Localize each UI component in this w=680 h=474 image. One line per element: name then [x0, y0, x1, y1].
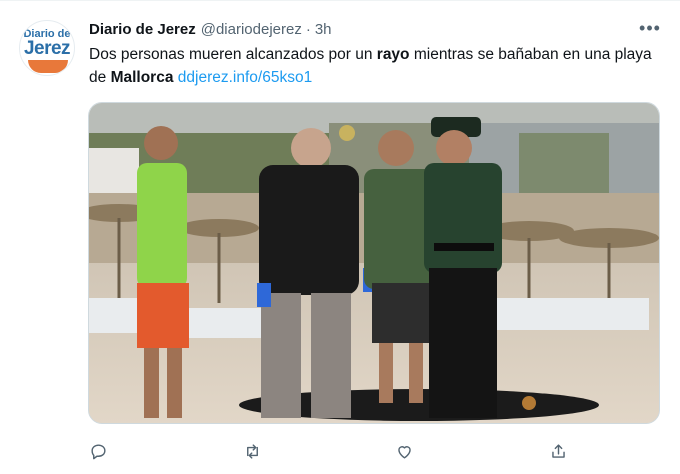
avatar[interactable]: Diario de Jerez [19, 20, 75, 76]
avatar-logo-line2: Jerez [23, 38, 71, 59]
share-button[interactable] [544, 437, 572, 465]
tweet[interactable]: Diario de Jerez Diario de Jerez @diariod… [0, 0, 680, 474]
beach-scene-photo [89, 103, 659, 423]
retweet-icon [246, 443, 258, 459]
reply-button[interactable] [84, 437, 112, 465]
separator-dot: · [305, 20, 311, 38]
tweet-actions [84, 437, 584, 465]
reply-icon [90, 443, 106, 459]
more-icon: ••• [639, 17, 661, 38]
tweet-photo[interactable] [88, 102, 660, 424]
tweet-text-part1: Dos personas mueren alcanzados por un [89, 46, 377, 63]
tweet-text-bold-mallorca: Mallorca [110, 69, 174, 86]
retweet-button[interactable] [238, 437, 266, 465]
timestamp[interactable]: 3h [315, 21, 332, 38]
tweet-header: Diario de Jerez @diariodejerez · 3h [89, 18, 332, 40]
tweet-link[interactable]: ddjerez.info/65kso1 [178, 69, 312, 86]
like-button[interactable] [390, 437, 418, 465]
author-handle[interactable]: @diariodejerez [201, 21, 302, 38]
tweet-text: Dos personas mueren alcanzados por un ra… [89, 43, 664, 89]
tweet-text-bold-rayo: rayo [376, 46, 410, 63]
heart-icon [397, 445, 411, 459]
avatar-logo-arc [28, 60, 68, 73]
author-name[interactable]: Diario de Jerez [89, 21, 196, 38]
share-icon [551, 443, 565, 458]
more-options-button[interactable]: ••• [636, 16, 664, 40]
